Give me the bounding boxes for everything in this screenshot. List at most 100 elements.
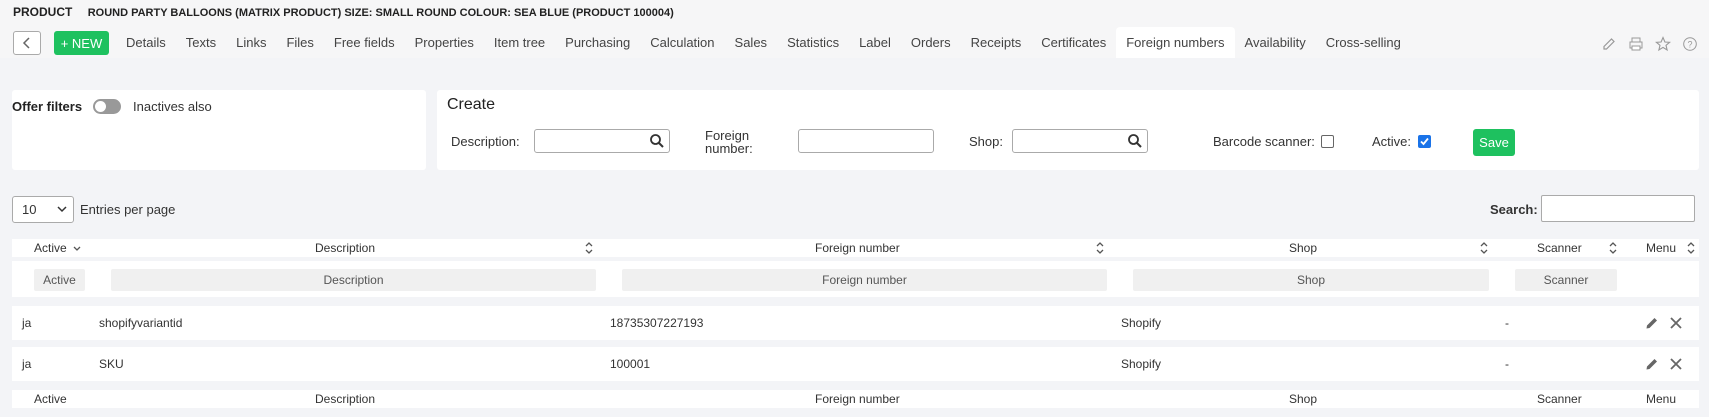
offer-filters-label: Offer filters xyxy=(12,99,83,114)
sort-icon[interactable] xyxy=(1095,241,1105,255)
barcode-scanner-label: Barcode scanner: xyxy=(1213,134,1315,149)
tab-free-fields[interactable]: Free fields xyxy=(324,27,405,58)
description-label: Description: xyxy=(451,134,520,149)
entries-per-page-select[interactable]: 10 xyxy=(12,196,74,223)
inactives-toggle[interactable] xyxy=(93,99,121,114)
tab-availability[interactable]: Availability xyxy=(1235,27,1316,58)
table-row: ja shopifyvariantid 18735307227193 Shopi… xyxy=(12,306,1699,340)
tab-receipts[interactable]: Receipts xyxy=(961,27,1032,58)
filter-description[interactable]: Description xyxy=(111,269,596,291)
tab-item-tree[interactable]: Item tree xyxy=(484,27,555,58)
foreign-number-label: Foreign number: xyxy=(705,129,753,155)
sort-icon[interactable] xyxy=(1479,241,1489,255)
tab-orders[interactable]: Orders xyxy=(901,27,961,58)
footer-foreign-number: Foreign number xyxy=(815,392,900,406)
tab-bar: Details Texts Links Files Free fields Pr… xyxy=(116,27,1411,58)
cell-active: ja xyxy=(22,316,32,330)
search-icon xyxy=(1128,134,1142,148)
cell-scanner: - xyxy=(1505,357,1509,371)
tab-certificates[interactable]: Certificates xyxy=(1031,27,1116,58)
pencil-icon[interactable] xyxy=(1600,35,1618,53)
cell-scanner: - xyxy=(1505,316,1509,330)
table-header: Active Description Foreign number Shop S… xyxy=(12,239,1699,257)
column-header-foreign-number[interactable]: Foreign number xyxy=(815,241,900,255)
search-label: Search: xyxy=(1490,202,1538,217)
footer-active: Active xyxy=(34,392,67,406)
help-icon[interactable]: ? xyxy=(1681,35,1699,53)
page-title-label: PRODUCT xyxy=(13,5,73,19)
footer-scanner: Scanner xyxy=(1537,392,1582,406)
filter-foreign-number[interactable]: Foreign number xyxy=(622,269,1107,291)
sort-icon[interactable] xyxy=(1686,241,1696,255)
inactives-also-label: Inactives also xyxy=(133,99,212,114)
entries-per-page-value: 10 xyxy=(22,202,37,217)
column-header-menu[interactable]: Menu xyxy=(1646,241,1676,255)
tab-cross-selling[interactable]: Cross-selling xyxy=(1316,27,1411,58)
cell-description: SKU xyxy=(99,357,124,371)
tab-label[interactable]: Label xyxy=(849,27,901,58)
search-icon xyxy=(650,134,664,148)
edit-icon[interactable] xyxy=(1643,355,1661,373)
create-panel: Create Description: Foreign number: Shop:… xyxy=(437,90,1699,170)
create-title: Create xyxy=(447,96,496,113)
active-label: Active: xyxy=(1372,134,1412,149)
shop-input[interactable] xyxy=(1012,129,1148,153)
shop-label: Shop: xyxy=(969,134,1003,149)
table-filter-row: Active Description Foreign number Shop S… xyxy=(12,261,1699,297)
column-header-active[interactable]: Active xyxy=(34,241,67,255)
tab-foreign-numbers[interactable]: Foreign numbers xyxy=(1116,27,1235,58)
active-checkbox[interactable] xyxy=(1418,135,1431,148)
edit-icon[interactable] xyxy=(1643,314,1661,332)
description-input[interactable] xyxy=(534,129,670,153)
column-header-description[interactable]: Description xyxy=(315,241,375,255)
column-header-shop[interactable]: Shop xyxy=(1289,241,1317,255)
toolbar-icons: ? xyxy=(1600,35,1699,53)
table-row: ja SKU 100001 Shopify - xyxy=(12,347,1699,381)
tab-details[interactable]: Details xyxy=(116,27,176,58)
star-icon[interactable] xyxy=(1654,35,1672,53)
tab-calculation[interactable]: Calculation xyxy=(640,27,724,58)
svg-text:?: ? xyxy=(1687,40,1692,50)
delete-icon[interactable] xyxy=(1667,355,1685,373)
chevron-down-icon xyxy=(57,206,67,213)
checkmark-icon xyxy=(1420,137,1429,146)
filter-scanner[interactable]: Scanner xyxy=(1515,269,1617,291)
tab-properties[interactable]: Properties xyxy=(405,27,484,58)
entries-per-page-label: Entries per page xyxy=(80,202,176,217)
new-button[interactable]: + NEW xyxy=(54,31,109,55)
cell-active: ja xyxy=(22,357,32,371)
filter-shop[interactable]: Shop xyxy=(1133,269,1489,291)
save-button[interactable]: Save xyxy=(1473,129,1515,156)
back-button[interactable] xyxy=(13,31,41,55)
footer-description: Description xyxy=(315,392,376,406)
cell-foreign-number: 18735307227193 xyxy=(610,316,704,330)
cell-shop: Shopify xyxy=(1121,316,1162,330)
tab-texts[interactable]: Texts xyxy=(176,27,226,58)
tab-purchasing[interactable]: Purchasing xyxy=(555,27,640,58)
tab-statistics[interactable]: Statistics xyxy=(777,27,849,58)
tab-files[interactable]: Files xyxy=(276,27,323,58)
cell-foreign-number: 100001 xyxy=(610,357,651,371)
sort-down-icon[interactable] xyxy=(72,241,82,255)
search-input[interactable] xyxy=(1541,195,1695,222)
page-title: PRODUCT ROUND PARTY BALLOONS (MATRIX PRO… xyxy=(13,5,674,19)
print-icon[interactable] xyxy=(1627,35,1645,53)
foreign-number-label-line2: number: xyxy=(705,141,753,156)
footer-shop: Shop xyxy=(1289,392,1318,406)
barcode-scanner-checkbox[interactable] xyxy=(1321,135,1334,148)
filter-active[interactable]: Active xyxy=(34,269,85,291)
cell-description: shopifyvariantid xyxy=(99,316,183,330)
tab-sales[interactable]: Sales xyxy=(725,27,778,58)
product-name: ROUND PARTY BALLOONS (MATRIX PRODUCT) SI… xyxy=(87,7,674,19)
sort-icon[interactable] xyxy=(584,241,594,255)
tab-links[interactable]: Links xyxy=(226,27,276,58)
column-header-scanner[interactable]: Scanner xyxy=(1537,241,1582,255)
top-bar: PRODUCT ROUND PARTY BALLOONS (MATRIX PRO… xyxy=(0,0,1709,58)
table-footer: Active Description Foreign number Shop S… xyxy=(12,390,1699,408)
foreign-number-input[interactable] xyxy=(798,129,934,153)
footer-menu: Menu xyxy=(1646,392,1677,406)
offer-filters-panel: Offer filters Inactives also xyxy=(12,90,426,170)
delete-icon[interactable] xyxy=(1667,314,1685,332)
sort-icon[interactable] xyxy=(1608,241,1618,255)
chevron-left-icon xyxy=(22,37,30,49)
